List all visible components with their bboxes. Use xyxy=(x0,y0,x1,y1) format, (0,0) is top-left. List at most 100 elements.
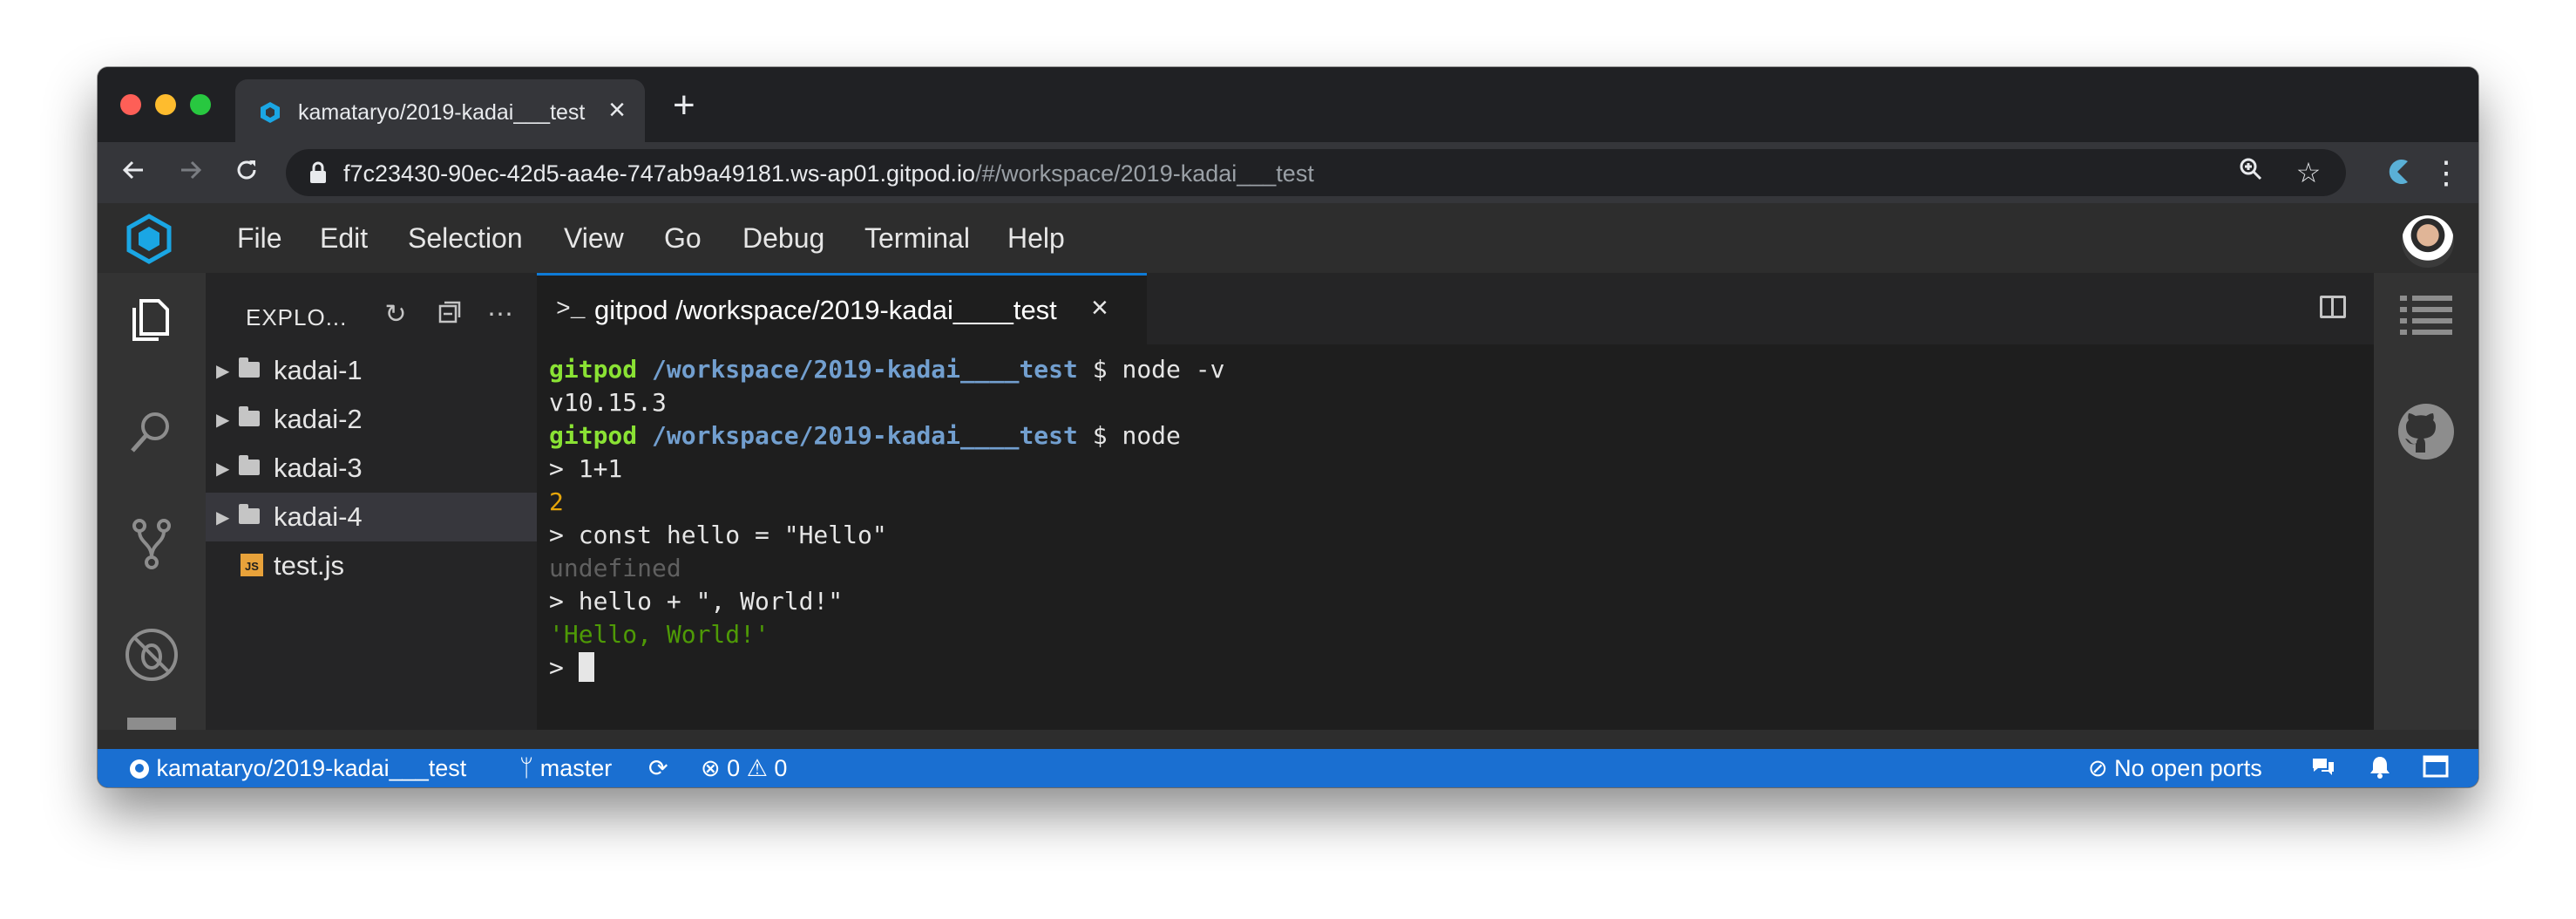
menu-go[interactable]: Go xyxy=(664,222,702,255)
browser-tab[interactable]: kamataryo/2019-kadai___test × xyxy=(235,79,645,142)
tree-item-kadai-3[interactable]: ▶ kadai-3 xyxy=(206,444,537,493)
menu-help[interactable]: Help xyxy=(1007,222,1065,255)
menu-icon[interactable]: ⋮ xyxy=(2428,154,2464,191)
explorer-sidebar: EXPLO... ↻ ⋯ ▶ kadai-1 ▶ kadai-2 ▶ kadai… xyxy=(206,273,537,730)
error-count: 0 xyxy=(727,755,741,781)
source-control-icon[interactable] xyxy=(122,514,181,573)
repo-name: kamataryo/2019-kadai___test xyxy=(156,755,467,781)
more-actions-icon[interactable]: ⋯ xyxy=(485,299,516,330)
folder-icon xyxy=(239,406,260,426)
forward-icon[interactable] xyxy=(173,154,209,191)
editor-area: >_ gitpod /workspace/2019-kadai____test … xyxy=(537,273,2374,730)
menu-edit[interactable]: Edit xyxy=(320,222,368,255)
gitpod-logo-icon xyxy=(126,214,172,264)
terminal-line: 'Hello, World!' xyxy=(549,620,769,649)
warning-count: 0 xyxy=(774,755,788,781)
prompt-user: gitpod xyxy=(549,355,638,384)
back-icon[interactable] xyxy=(115,154,152,191)
terminal-line: > 1+1 xyxy=(549,454,623,483)
branch-status[interactable]: ᛘ master xyxy=(519,755,612,782)
close-window-button[interactable] xyxy=(120,94,141,115)
url-text: f7c23430-90ec-42d5-aa4e-747ab9a49181.ws-… xyxy=(343,160,1314,187)
lock-icon xyxy=(310,161,326,183)
tree-item-label: kadai-3 xyxy=(274,453,363,483)
ports-status[interactable]: ⊘ No open ports xyxy=(2088,755,2262,782)
tree-item-label: kadai-2 xyxy=(274,404,363,434)
terminal-line: gitpod /workspace/2019-kadai____test $ n… xyxy=(549,353,1224,386)
github-icon[interactable] xyxy=(2396,402,2456,461)
reload-icon[interactable] xyxy=(228,154,265,191)
menu-debug[interactable]: Debug xyxy=(742,222,824,255)
prompt-path: /workspace/2019-kadai____test xyxy=(652,421,1078,450)
prompt-user: gitpod xyxy=(549,421,638,450)
tree-item-kadai-1[interactable]: ▶ kadai-1 xyxy=(206,346,537,395)
folder-icon xyxy=(239,455,260,475)
panel-gap xyxy=(98,730,2478,749)
branch-icon: ᛘ xyxy=(519,755,534,781)
folder-icon xyxy=(239,357,260,378)
chevron-right-icon: ▶ xyxy=(216,411,230,430)
blocked-icon: ⊘ xyxy=(2088,755,2108,781)
debug-icon[interactable] xyxy=(122,625,181,684)
extensions-icon[interactable] xyxy=(127,718,176,730)
toggle-panel-icon[interactable] xyxy=(2423,755,2449,784)
ide-menubar: File Edit Selection View Go Debug Termin… xyxy=(98,203,2478,273)
explorer-files-icon[interactable] xyxy=(122,290,181,350)
ports-label: No open ports xyxy=(2114,755,2262,781)
command-text: $ node -v xyxy=(1077,355,1225,384)
collapse-all-icon[interactable] xyxy=(434,299,465,330)
address-bar[interactable]: f7c23430-90ec-42d5-aa4e-747ab9a49181.ws-… xyxy=(286,149,2346,196)
branch-name: master xyxy=(539,755,613,781)
chevron-right-icon: ▶ xyxy=(216,508,230,528)
tree-item-kadai-2[interactable]: ▶ kadai-2 xyxy=(206,395,537,444)
tree-item-test-js[interactable]: JS test.js xyxy=(206,541,537,590)
right-panel xyxy=(2374,273,2478,730)
menu-selection[interactable]: Selection xyxy=(408,222,523,255)
search-icon[interactable] xyxy=(122,402,181,461)
refresh-icon[interactable]: ↻ xyxy=(380,299,411,330)
repo-status[interactable]: kamataryo/2019-kadai___test xyxy=(129,755,466,782)
feedback-icon[interactable] xyxy=(2311,755,2335,784)
problems-status[interactable]: ⊗ 0 ⚠ 0 xyxy=(701,755,787,782)
url-host: f7c23430-90ec-42d5-aa4e-747ab9a49181.ws-… xyxy=(343,160,976,187)
minimize-window-button[interactable] xyxy=(155,94,176,115)
menu-terminal[interactable]: Terminal xyxy=(864,222,970,255)
github-icon xyxy=(130,759,149,779)
sync-icon[interactable]: ⟳ xyxy=(648,755,668,782)
tab-title: kamataryo/2019-kadai___test xyxy=(298,100,586,125)
notifications-icon[interactable] xyxy=(2369,755,2391,786)
activity-bar xyxy=(98,273,206,730)
maximize-window-button[interactable] xyxy=(190,94,211,115)
terminal-icon: >_ xyxy=(556,296,586,323)
terminal-tab[interactable]: >_ gitpod /workspace/2019-kadai____test … xyxy=(537,273,1147,344)
close-tab-icon[interactable]: × xyxy=(608,95,626,125)
error-icon: ⊗ xyxy=(701,755,721,781)
warning-icon: ⚠ xyxy=(746,755,768,781)
status-bar: kamataryo/2019-kadai___test ᛘ master ⟳ ⊗… xyxy=(98,749,2478,787)
avatar[interactable] xyxy=(2402,215,2454,268)
outline-list-icon[interactable] xyxy=(2400,292,2452,336)
menu-file[interactable]: File xyxy=(237,222,282,255)
terminal-line: gitpod /workspace/2019-kadai____test $ n… xyxy=(549,419,1224,453)
prompt-path: /workspace/2019-kadai____test xyxy=(652,355,1078,384)
tree-item-kadai-4[interactable]: ▶ kadai-4 xyxy=(206,493,537,541)
js-file-icon: JS xyxy=(241,554,263,576)
tree-item-label: kadai-4 xyxy=(274,501,363,532)
new-tab-icon[interactable]: + xyxy=(673,86,695,125)
star-icon[interactable]: ☆ xyxy=(2292,156,2325,189)
split-editor-icon[interactable] xyxy=(2320,296,2346,318)
terminal-cursor xyxy=(578,652,594,682)
terminal-line: v10.15.3 xyxy=(549,388,667,417)
terminal-line: 2 xyxy=(549,487,564,516)
gitpod-favicon-icon xyxy=(261,102,280,123)
tree-item-label: test.js xyxy=(274,550,344,581)
menu-view[interactable]: View xyxy=(564,222,624,255)
extension-icon[interactable] xyxy=(2381,154,2417,191)
zoom-icon[interactable] xyxy=(2234,156,2268,189)
tab-strip: kamataryo/2019-kadai___test × + xyxy=(98,67,2478,142)
explorer-title: EXPLO... xyxy=(246,304,348,330)
close-icon[interactable]: × xyxy=(1091,291,1108,325)
terminal-output[interactable]: gitpod /workspace/2019-kadai____test $ n… xyxy=(549,353,1224,684)
repl-prompt: > xyxy=(549,653,579,682)
terminal-line: > xyxy=(549,651,1224,684)
